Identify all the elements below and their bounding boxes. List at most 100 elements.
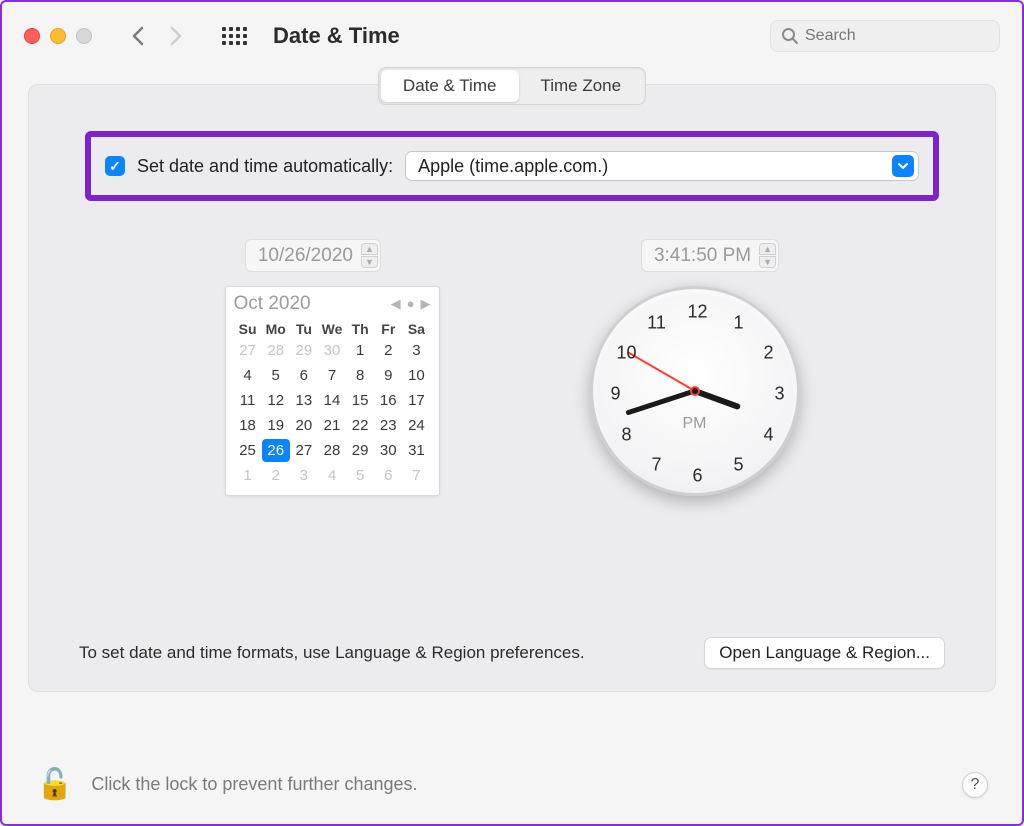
- clock-number: 12: [687, 302, 707, 323]
- auto-time-row-highlight: ✓ Set date and time automatically: Apple…: [85, 131, 939, 201]
- calendar: Oct 2020 ◀ ● ▶ SuMoTuWeThFrSa27282930123…: [225, 286, 440, 496]
- window-toolbar: Date & Time: [2, 2, 1022, 66]
- calendar-day: 13: [290, 389, 318, 412]
- calendar-day: 28: [318, 439, 346, 462]
- calendar-day: 22: [346, 414, 374, 437]
- search-icon: [781, 27, 799, 45]
- tab-bar: Date & Time Time Zone: [378, 67, 646, 105]
- time-field-value: 3:41:50 PM: [654, 245, 751, 267]
- calendar-day: 27: [290, 439, 318, 462]
- clock-pivot: [690, 386, 700, 396]
- calendar-day: 16: [374, 389, 402, 412]
- calendar-day: 26: [262, 439, 290, 462]
- calendar-day: 15: [346, 389, 374, 412]
- calendar-day: 18: [234, 414, 262, 437]
- calendar-day: 6: [374, 464, 402, 487]
- clock-number: 11: [647, 312, 666, 333]
- time-server-combo[interactable]: Apple (time.apple.com.): [405, 151, 919, 181]
- calendar-prev-icon: ◀: [391, 296, 401, 312]
- calendar-day: 28: [262, 339, 290, 362]
- time-stepper-arrows: ▲ ▼: [759, 243, 776, 268]
- chevron-up-icon: ▲: [361, 243, 378, 255]
- calendar-day: 2: [374, 339, 402, 362]
- calendar-dow: Su: [234, 321, 262, 337]
- calendar-month-label: Oct 2020: [234, 293, 311, 315]
- calendar-day: 17: [402, 389, 430, 412]
- open-language-region-button[interactable]: Open Language & Region...: [704, 637, 945, 669]
- calendar-day: 12: [262, 389, 290, 412]
- clock-number: 5: [733, 455, 743, 476]
- auto-time-label: Set date and time automatically:: [137, 156, 393, 177]
- date-field-value: 10/26/2020: [258, 245, 353, 267]
- calendar-today-icon: ●: [407, 296, 415, 312]
- calendar-dow: Fr: [374, 321, 402, 337]
- calendar-day: 1: [346, 339, 374, 362]
- preferences-panel: Date & Time Time Zone ✓ Set date and tim…: [28, 84, 996, 692]
- calendar-day: 19: [262, 414, 290, 437]
- clock-number: 3: [774, 384, 784, 405]
- calendar-day: 31: [402, 439, 430, 462]
- calendar-day: 9: [374, 364, 402, 387]
- calendar-day: 24: [402, 414, 430, 437]
- clock-second-hand: [626, 351, 695, 392]
- show-all-prefs-button[interactable]: [222, 27, 247, 45]
- calendar-dow: Th: [346, 321, 374, 337]
- calendar-day: 27: [234, 339, 262, 362]
- calendar-day: 7: [318, 364, 346, 387]
- clock-number: 1: [733, 312, 743, 333]
- clock-number: 10: [616, 343, 636, 364]
- calendar-grid: SuMoTuWeThFrSa27282930123456789101112131…: [234, 321, 431, 487]
- calendar-day: 7: [402, 464, 430, 487]
- close-window-button[interactable]: [24, 28, 40, 44]
- date-stepper: 10/26/2020 ▲ ▼: [245, 239, 381, 272]
- date-stepper-arrows: ▲ ▼: [361, 243, 378, 268]
- time-stepper: 3:41:50 PM ▲ ▼: [641, 239, 779, 272]
- back-button[interactable]: [124, 22, 152, 50]
- clock-number: 2: [763, 343, 773, 364]
- calendar-day: 21: [318, 414, 346, 437]
- chevron-up-icon: ▲: [759, 243, 776, 255]
- traffic-lights: [24, 28, 92, 44]
- calendar-day: 14: [318, 389, 346, 412]
- calendar-day: 25: [234, 439, 262, 462]
- panel-footer: To set date and time formats, use Langua…: [29, 637, 995, 669]
- clock-number: 9: [610, 384, 620, 405]
- chevron-down-icon: ▼: [361, 256, 378, 268]
- calendar-dow: We: [318, 321, 346, 337]
- analog-clock: PM 121234567891011: [590, 286, 800, 496]
- calendar-nav: ◀ ● ▶: [391, 296, 431, 312]
- calendar-day: 2: [262, 464, 290, 487]
- auto-time-checkbox[interactable]: ✓: [105, 156, 125, 176]
- stepper-row: 10/26/2020 ▲ ▼ 3:41:50 PM ▲ ▼: [29, 239, 995, 272]
- format-hint-label: To set date and time formats, use Langua…: [79, 643, 585, 663]
- tab-date-time[interactable]: Date & Time: [381, 70, 519, 102]
- unlock-icon[interactable]: 🔓: [36, 767, 73, 802]
- window-title: Date & Time: [273, 23, 400, 49]
- minimize-window-button[interactable]: [50, 28, 66, 44]
- calendar-day: 6: [290, 364, 318, 387]
- calendar-next-icon: ▶: [421, 296, 431, 312]
- clock-minute-hand: [625, 389, 695, 416]
- search-field[interactable]: [770, 20, 1000, 52]
- calendar-day: 29: [290, 339, 318, 362]
- clock-number: 7: [651, 455, 661, 476]
- lock-row: 🔓 Click the lock to prevent further chan…: [36, 767, 988, 802]
- chevron-down-icon: ▼: [759, 256, 776, 268]
- clock-number: 6: [692, 466, 702, 487]
- search-input[interactable]: [805, 27, 989, 45]
- lock-hint-label: Click the lock to prevent further change…: [91, 774, 417, 795]
- content-row: Oct 2020 ◀ ● ▶ SuMoTuWeThFrSa27282930123…: [29, 286, 995, 496]
- calendar-day: 8: [346, 364, 374, 387]
- forward-button: [162, 22, 190, 50]
- calendar-day: 5: [346, 464, 374, 487]
- calendar-day: 30: [318, 339, 346, 362]
- calendar-day: 3: [290, 464, 318, 487]
- calendar-day: 30: [374, 439, 402, 462]
- calendar-dow: Sa: [402, 321, 430, 337]
- clock-number: 8: [621, 425, 631, 446]
- calendar-day: 29: [346, 439, 374, 462]
- calendar-day: 10: [402, 364, 430, 387]
- tab-time-zone[interactable]: Time Zone: [518, 70, 643, 102]
- calendar-day: 5: [262, 364, 290, 387]
- help-button[interactable]: ?: [962, 772, 988, 798]
